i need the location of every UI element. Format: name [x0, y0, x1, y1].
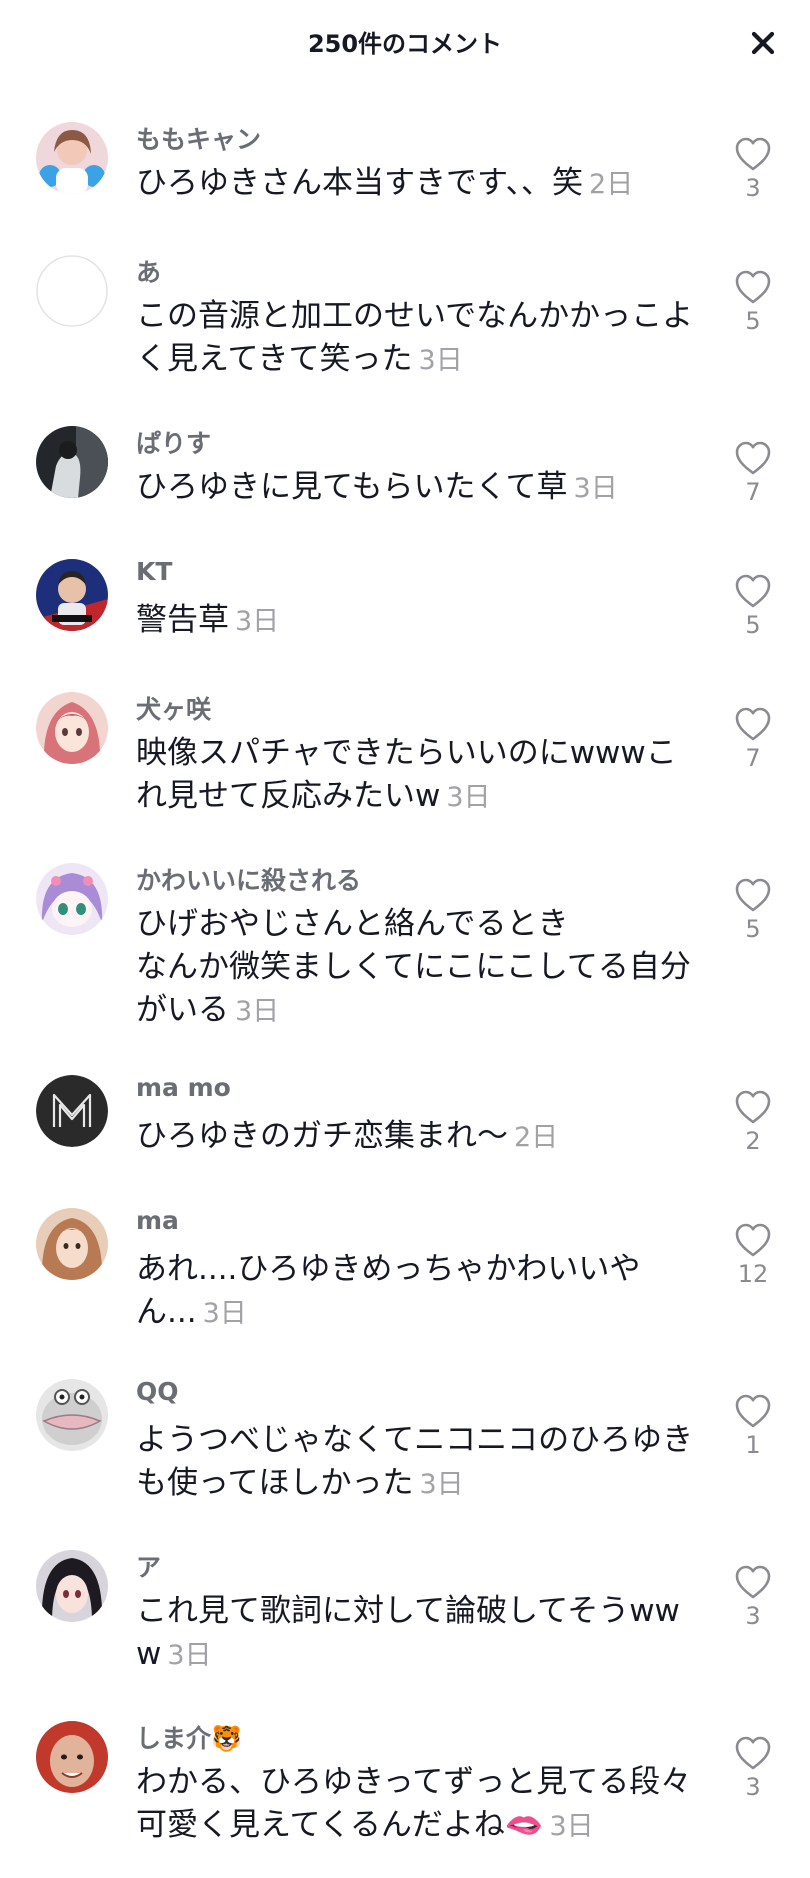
like-count: 12: [737, 1260, 769, 1288]
comment-text: ひろゆきのガチ恋集まれ〜 2日: [136, 1118, 559, 1154]
comment-time: 3日: [418, 345, 463, 376]
comment-time: 2日: [514, 1122, 559, 1153]
comment-time: 3日: [446, 782, 491, 813]
comment-item: ももキャン ひろゆきさん本当すきです、、笑 2日 3: [0, 100, 810, 233]
heart-outline-icon: [735, 878, 771, 912]
heart-outline-icon: [735, 270, 771, 304]
like-button[interactable]: 7: [728, 706, 778, 772]
comment-item: あ この音源と加工のせいでなんかかっこよく見えてきて笑った 3日 5: [0, 233, 810, 404]
comment-username[interactable]: かわいいに殺される: [136, 861, 361, 897]
comment-text: 映像スパチャできたらいいのにwwwこれ見せて反応みたいw 3日: [136, 735, 677, 814]
like-count: 7: [745, 744, 761, 772]
comment-username[interactable]: QQ: [136, 1377, 179, 1406]
close-button[interactable]: [742, 22, 784, 64]
heart-outline-icon: [735, 137, 771, 171]
like-button[interactable]: 5: [728, 269, 778, 335]
avatar[interactable]: [36, 1379, 108, 1451]
comment-username[interactable]: ア: [136, 1548, 161, 1584]
avatar[interactable]: [36, 1075, 108, 1147]
comment-text: わかる、ひろゆきってずっと見てる段々可愛く見えてくるんだよね🫦 3日: [136, 1764, 692, 1843]
comment-text: ようつべじゃなくてニコニコのひろゆきも使ってほしかった 3日: [136, 1422, 694, 1501]
comment-time: 3日: [549, 1811, 594, 1842]
comment-text: ひろゆきに見てもらいたくて草 3日: [136, 469, 618, 505]
comment-item: QQ ようつべじゃなくてニコニコのひろゆきも使ってほしかった 3日 1: [0, 1357, 810, 1528]
comment-username[interactable]: しま介🐯: [136, 1719, 242, 1755]
avatar[interactable]: [36, 1721, 108, 1793]
like-count: 3: [745, 174, 761, 202]
heart-outline-icon: [735, 574, 771, 608]
like-count: 5: [745, 611, 761, 639]
like-button[interactable]: 1: [728, 1393, 778, 1459]
comment-text: この音源と加工のせいでなんかかっこよく見えてきて笑った 3日: [136, 298, 694, 377]
comment-item: KT 警告草 3日 5: [0, 537, 810, 670]
like-button[interactable]: 2: [728, 1089, 778, 1155]
like-button[interactable]: 3: [728, 1735, 778, 1801]
like-count: 7: [745, 478, 761, 506]
like-button[interactable]: 12: [728, 1222, 778, 1288]
comment-username[interactable]: KT: [136, 557, 172, 586]
comment-list[interactable]: ももキャン ひろゆきさん本当すきです、、笑 2日 3 あ この音源と加工のせいでな…: [0, 100, 810, 1870]
like-count: 3: [745, 1602, 761, 1630]
like-count: 5: [745, 915, 761, 943]
heart-outline-icon: [735, 1394, 771, 1428]
avatar[interactable]: [36, 255, 108, 327]
comment-time: 3日: [235, 996, 280, 1027]
comment-username[interactable]: ma: [136, 1206, 179, 1235]
comment-username[interactable]: ももキャン: [136, 120, 261, 156]
like-count: 5: [745, 307, 761, 335]
like-button[interactable]: 7: [728, 440, 778, 506]
avatar[interactable]: [36, 1208, 108, 1280]
avatar[interactable]: [36, 692, 108, 764]
comment-time: 3日: [202, 1298, 247, 1329]
heart-outline-icon: [735, 707, 771, 741]
comment-item: かわいいに殺される ひげおやじさんと絡んでるとき なんか微笑ましくてにこにこして…: [0, 841, 810, 1053]
comment-text: これ見て歌詞に対して論破してそうwww 3日: [136, 1593, 680, 1672]
avatar[interactable]: [36, 426, 108, 498]
heart-outline-icon: [735, 1736, 771, 1770]
like-button[interactable]: 5: [728, 877, 778, 943]
comment-username[interactable]: ぱりす: [136, 424, 211, 460]
like-count: 3: [745, 1773, 761, 1801]
comment-username[interactable]: ma mo: [136, 1073, 231, 1102]
comment-username[interactable]: あ: [136, 253, 161, 289]
comment-time: 3日: [167, 1640, 212, 1671]
close-icon: [751, 31, 775, 55]
like-count: 1: [745, 1431, 761, 1459]
heart-outline-icon: [735, 441, 771, 475]
comment-item: ア これ見て歌詞に対して論破してそうwww 3日 3: [0, 1528, 810, 1699]
heart-outline-icon: [735, 1090, 771, 1124]
avatar[interactable]: [36, 559, 108, 631]
comment-time: 3日: [419, 1469, 464, 1500]
comment-text: あれ....ひろゆきめっちゃかわいいやん... 3日: [136, 1251, 641, 1330]
comment-item: ぱりす ひろゆきに見てもらいたくて草 3日 7: [0, 404, 810, 537]
comment-text: ひげおやじさんと絡んでるとき なんか微笑ましくてにこにこしてる自分がいる 3日: [136, 906, 691, 1028]
like-button[interactable]: 3: [728, 136, 778, 202]
avatar[interactable]: [36, 122, 108, 194]
comment-item: ma あれ....ひろゆきめっちゃかわいいやん... 3日 12: [0, 1186, 810, 1357]
comment-text: ひろゆきさん本当すきです、、笑 2日: [136, 165, 634, 201]
avatar[interactable]: [36, 1550, 108, 1622]
comment-username[interactable]: 犬ヶ咲: [136, 690, 211, 726]
comment-text: 警告草 3日: [136, 602, 280, 638]
comment-item: ma mo ひろゆきのガチ恋集まれ〜 2日 2: [0, 1053, 810, 1186]
comment-time: 3日: [573, 473, 618, 504]
comment-time: 3日: [235, 606, 280, 637]
heart-outline-icon: [735, 1565, 771, 1599]
comment-item: しま介🐯 わかる、ひろゆきってずっと見てる段々可愛く見えてくるんだよね🫦 3日 3: [0, 1699, 810, 1870]
like-button[interactable]: 3: [728, 1564, 778, 1630]
avatar[interactable]: [36, 863, 108, 935]
comments-header: 250件のコメント: [0, 0, 810, 82]
like-button[interactable]: 5: [728, 573, 778, 639]
comment-time: 2日: [589, 169, 634, 200]
like-count: 2: [745, 1127, 761, 1155]
comment-count-title: 250件のコメント: [307, 30, 503, 58]
heart-outline-icon: [735, 1223, 771, 1257]
comment-item: 犬ヶ咲 映像スパチャできたらいいのにwwwこれ見せて反応みたいw 3日 7: [0, 670, 810, 841]
